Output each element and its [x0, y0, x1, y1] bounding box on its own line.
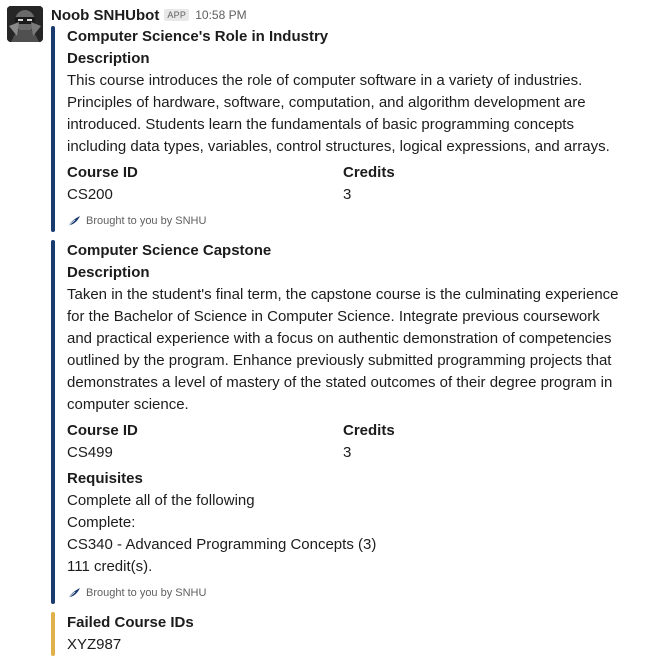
course-id-label: Course ID	[67, 164, 138, 181]
bot-name[interactable]: Noob SNHUbot	[51, 7, 159, 24]
attachment-color-bar	[51, 26, 55, 232]
feather-icon	[67, 216, 80, 227]
footer-text: Brought to you by SNHU	[86, 215, 207, 227]
feather-icon	[67, 588, 80, 599]
description-label: Description	[67, 50, 150, 67]
description-text: Taken in the student's final term, the c…	[67, 286, 619, 413]
course-id-value: CS200	[67, 186, 113, 203]
credits-label: Credits	[343, 422, 395, 439]
requisites-label: Requisites	[67, 470, 143, 487]
attachment-footer: Brought to you by SNHU	[67, 213, 206, 229]
footer-text: Brought to you by SNHU	[86, 587, 207, 599]
message-timestamp[interactable]: 10:58 PM	[195, 8, 246, 22]
failed-ids-attachment: Failed Course IDs XYZ987	[51, 612, 631, 656]
attachment-footer: Brought to you by SNHU	[67, 585, 206, 601]
course-id-value: CS499	[67, 444, 113, 461]
course-id-label: Course ID	[67, 422, 138, 439]
bot-avatar[interactable]	[7, 6, 43, 42]
message-header: Noob SNHUbot APP 10:58 PM	[51, 5, 247, 25]
requisite-line: 111 credit(s).	[67, 558, 153, 575]
attachment-title: Failed Course IDs	[67, 614, 194, 631]
requisite-line: Complete:	[67, 514, 136, 531]
app-badge: APP	[164, 9, 190, 21]
failed-course-id-value: XYZ987	[67, 636, 122, 653]
description-label: Description	[67, 264, 150, 281]
course-attachment-cs499: Computer Science Capstone Description Ta…	[51, 240, 631, 604]
attachment-color-bar	[51, 612, 55, 656]
attachment-title: Computer Science Capstone	[67, 242, 272, 259]
requisite-line: CS340 - Advanced Programming Concepts (3…	[67, 536, 377, 553]
requisite-line: Complete all of the following	[67, 492, 255, 509]
course-attachment-cs200: Computer Science's Role in Industry Desc…	[51, 26, 631, 232]
attachment-color-bar	[51, 240, 55, 604]
attachment-title: Computer Science's Role in Industry	[67, 28, 329, 45]
description-text: This course introduces the role of compu…	[67, 72, 610, 155]
credits-value: 3	[343, 186, 352, 203]
ninja-avatar-icon	[7, 6, 43, 42]
credits-value: 3	[343, 444, 352, 461]
bot-message: Noob SNHUbot APP 10:58 PM Computer Scien…	[0, 0, 646, 660]
credits-label: Credits	[343, 164, 395, 181]
